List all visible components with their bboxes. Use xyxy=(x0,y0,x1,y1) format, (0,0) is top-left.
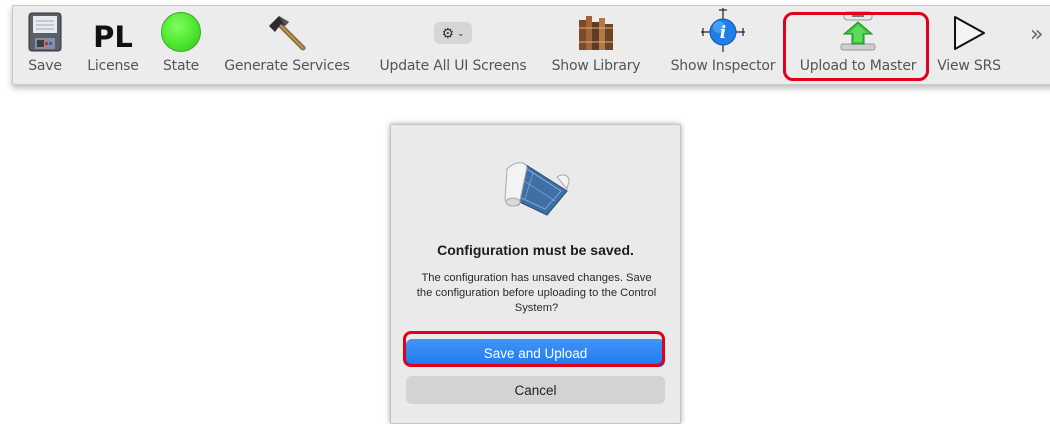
cancel-button[interactable]: Cancel xyxy=(406,376,665,404)
info-inspector-icon: i xyxy=(661,6,785,54)
update-ui-screens-label: Update All UI Screens xyxy=(379,58,527,74)
show-inspector-label: Show Inspector xyxy=(670,58,776,74)
gear-icon: ⚙ xyxy=(441,24,454,41)
license-icon: PL xyxy=(80,6,146,54)
state-tool[interactable]: State xyxy=(156,6,206,86)
license-label: License xyxy=(87,58,139,74)
dialog-title: Configuration must be saved. xyxy=(437,242,634,258)
update-ui-screens-tool[interactable]: ⚙ ⌄ Update All UI Screens xyxy=(368,6,538,86)
generate-services-tool[interactable]: Generate Services xyxy=(217,6,357,86)
license-pl-text: PL xyxy=(93,20,133,54)
view-srs-tool[interactable]: View SRS xyxy=(933,6,1005,86)
dialog-message: The configuration has unsaved changes. S… xyxy=(416,272,657,314)
toolbar-overflow-button[interactable]: » xyxy=(1030,22,1043,47)
view-srs-label: View SRS xyxy=(937,58,1001,74)
upload-to-master-tool[interactable]: Upload to Master xyxy=(788,6,928,86)
gear-dropdown-icon: ⚙ ⌄ xyxy=(434,22,472,44)
chevron-down-icon: ⌄ xyxy=(457,27,465,38)
svg-text:i: i xyxy=(720,23,726,43)
show-library-tool[interactable]: Show Library xyxy=(548,6,644,86)
generate-services-label: Generate Services xyxy=(224,58,350,74)
show-library-label: Show Library xyxy=(551,58,641,74)
upload-to-master-label: Upload to Master xyxy=(799,58,917,74)
state-label: State xyxy=(162,58,200,74)
license-tool[interactable]: PL License xyxy=(80,6,146,86)
hammer-icon xyxy=(217,6,357,54)
toolbar: Save PL License State Generate Services … xyxy=(12,5,1050,85)
save-and-upload-button[interactable]: Save and Upload xyxy=(406,339,665,367)
show-inspector-tool[interactable]: i Show Inspector xyxy=(661,6,785,86)
floppy-disk-icon xyxy=(19,6,71,54)
green-status-dot-icon xyxy=(161,12,201,52)
upload-arrow-icon xyxy=(788,6,928,54)
save-tool[interactable]: Save xyxy=(19,6,71,86)
blueprint-scroll-icon xyxy=(497,155,577,219)
save-label: Save xyxy=(28,58,62,74)
play-triangle-icon xyxy=(933,6,1005,54)
books-icon xyxy=(548,6,644,54)
save-required-dialog: Configuration must be saved. The configu… xyxy=(390,124,681,424)
